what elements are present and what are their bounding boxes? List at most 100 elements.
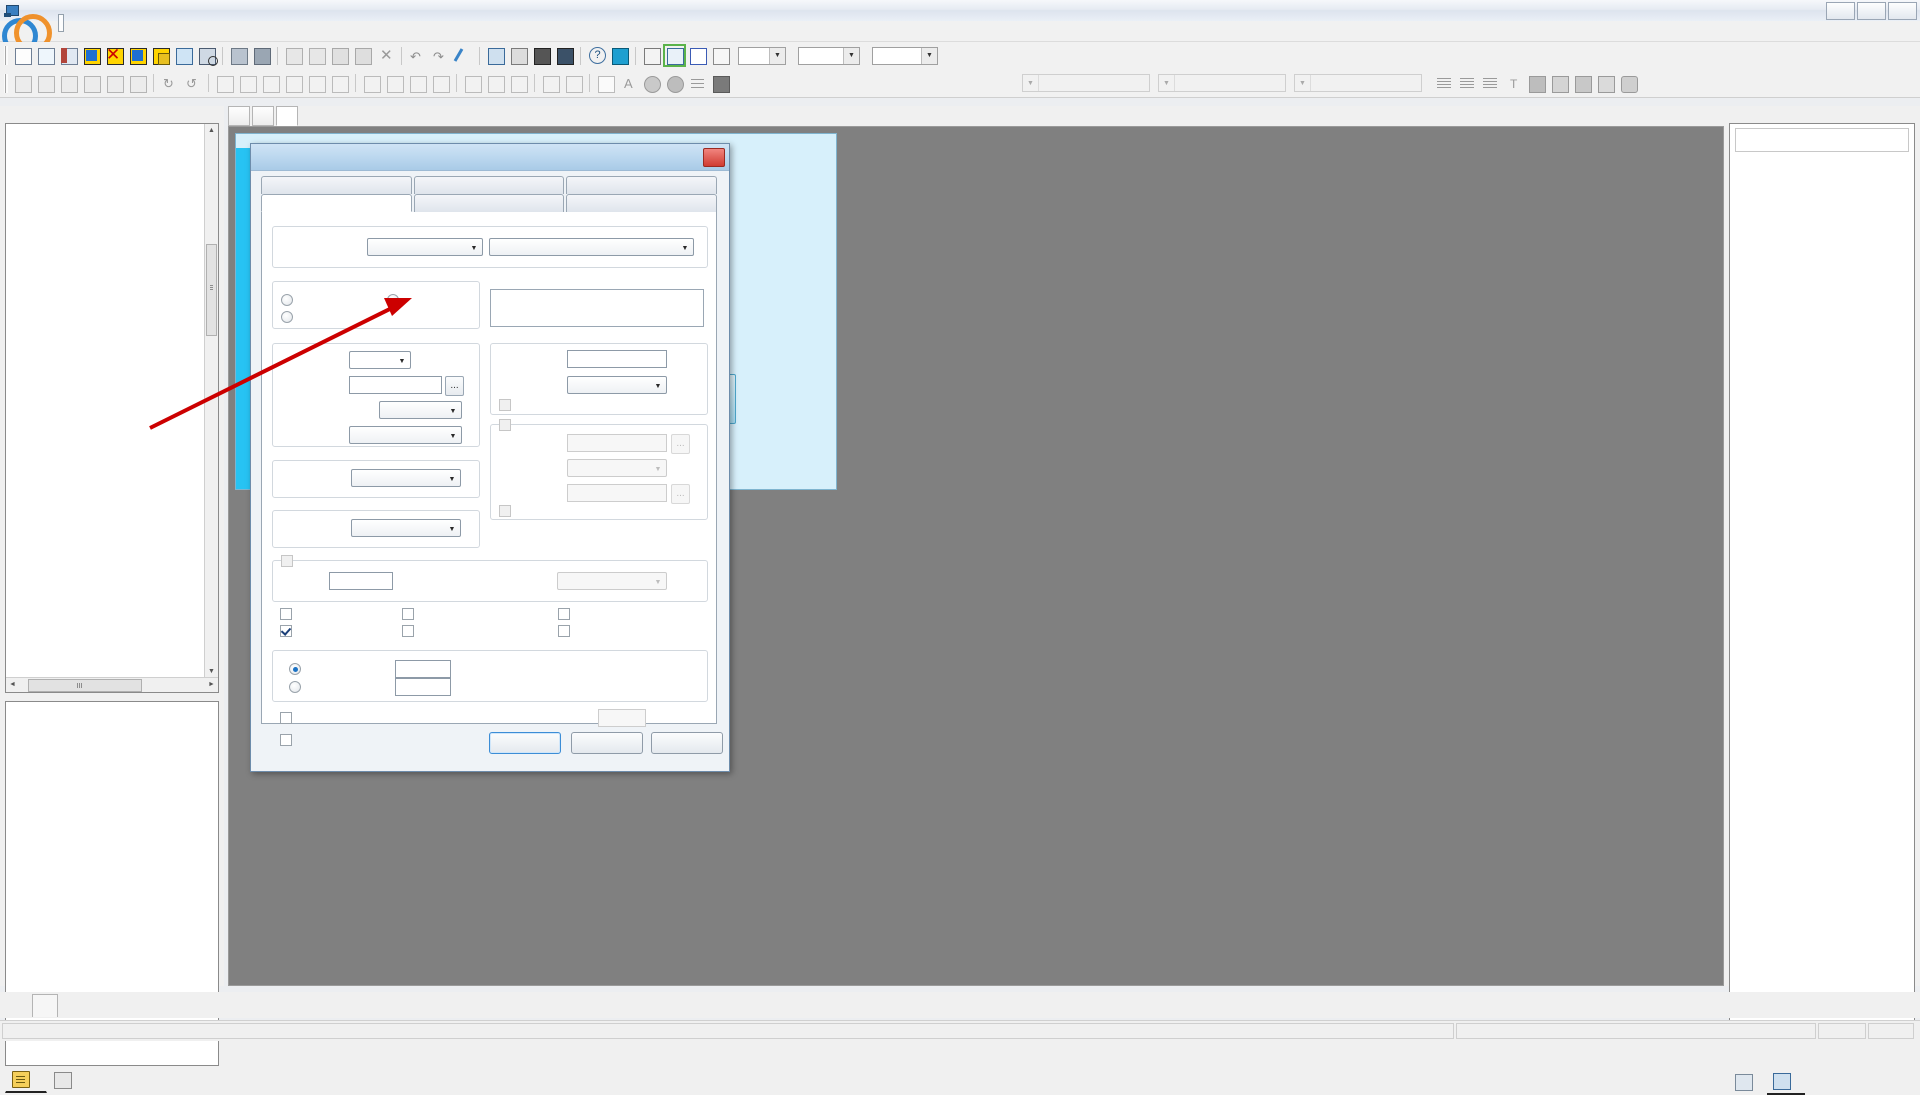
menu-help[interactable] (202, 29, 226, 33)
chevron-down-icon[interactable]: ▼ (1295, 75, 1311, 91)
align-middle-icon[interactable] (260, 73, 281, 94)
font-size-combo[interactable]: ▼ (1158, 74, 1286, 92)
menu-settings[interactable] (130, 29, 154, 33)
fill-color-icon[interactable] (710, 73, 731, 94)
init-screen-select[interactable]: ▼ (351, 469, 461, 487)
undo-icon[interactable]: ↶ (407, 45, 428, 66)
sys-address-browse-button[interactable]: ... (671, 434, 690, 454)
tree-horizontal-scrollbar[interactable]: ◄ ► (6, 677, 218, 692)
save-all-icon[interactable] (251, 45, 272, 66)
enable-system-control-checkbox[interactable] (499, 419, 511, 431)
fill-tool-icon[interactable] (554, 45, 575, 66)
tab-all-parts[interactable] (1729, 1072, 1767, 1094)
screen-icon[interactable] (81, 45, 102, 66)
hold-seconds-input[interactable] (395, 660, 451, 678)
delete-screen-icon[interactable]: ✕ (104, 45, 125, 66)
screen-list-icon[interactable] (173, 45, 194, 66)
tab-common-parts[interactable] (1767, 1071, 1805, 1095)
scroll-up-icon[interactable]: ▲ (205, 124, 218, 137)
ok-button[interactable] (489, 732, 561, 754)
toolbar-grip[interactable] (4, 46, 8, 65)
chevron-down-icon[interactable]: ▼ (468, 242, 480, 254)
rotate-ccw-icon[interactable]: ↺ (182, 73, 203, 94)
alarm-screensaver-select[interactable]: ▼ (379, 401, 462, 419)
doc-tab-welcome[interactable] (228, 106, 250, 126)
font-style-combo[interactable]: ▼ (1294, 74, 1422, 92)
radio-hold-top-right[interactable] (289, 663, 301, 675)
space-horizontal-icon[interactable] (540, 73, 561, 94)
chevron-down-icon[interactable]: ▼ (769, 47, 785, 64)
sys-address-input[interactable] (567, 434, 667, 452)
rotate-right-icon[interactable] (35, 73, 56, 94)
chevron-down-icon[interactable]: ▼ (446, 523, 458, 535)
same-height-icon[interactable] (485, 73, 506, 94)
id-display-icon[interactable] (641, 45, 662, 66)
align-top-icon[interactable] (214, 73, 235, 94)
align-text-right-icon[interactable] (1480, 73, 1501, 94)
project-tree[interactable]: ▲ ▼ ◄ ► (5, 123, 219, 693)
project-parameters-dialog[interactable]: ▼ ▼ ▼ ... ▼ ▼ ▼ ... ▼ ... ▼ ▼ ▼ (250, 143, 730, 772)
chevron-down-icon[interactable]: ▼ (447, 430, 459, 442)
enable-screensaver-checkbox[interactable] (281, 555, 293, 567)
grid-tool-icon[interactable] (609, 45, 630, 66)
chevron-down-icon[interactable]: ▼ (1159, 75, 1175, 91)
flip-v-icon[interactable] (81, 73, 102, 94)
rotate-cw-icon[interactable]: ↻ (159, 73, 180, 94)
align-bottom-icon[interactable] (237, 73, 258, 94)
dialog-close-button[interactable] (703, 148, 725, 167)
chevron-down-icon[interactable]: ▼ (652, 463, 664, 475)
bit-switch-tool-icon[interactable] (485, 45, 506, 66)
shape-ellipse-icon[interactable] (641, 73, 662, 94)
menu-edit[interactable] (34, 29, 58, 33)
radio-external-cfsd[interactable] (387, 294, 399, 306)
chevron-down-icon[interactable]: ▼ (1023, 75, 1039, 91)
checkbox-custom-password-keyboard[interactable] (402, 608, 414, 620)
mirror-v-icon[interactable] (127, 73, 148, 94)
format-painter-icon[interactable] (453, 45, 474, 66)
backlight-on-browse-button[interactable]: ... (445, 376, 464, 396)
cut-icon[interactable] (283, 45, 304, 66)
chevron-down-icon[interactable]: ▼ (447, 405, 459, 417)
paste-special-icon[interactable] (352, 45, 373, 66)
chevron-down-icon[interactable]: ▼ (446, 473, 458, 485)
sys-length-select[interactable]: ▼ (567, 459, 667, 477)
compile-icon[interactable] (196, 45, 218, 66)
menu-tools[interactable] (154, 29, 178, 33)
response-interval-select[interactable]: ▼ (349, 426, 462, 444)
lock-part-icon[interactable] (1526, 73, 1547, 94)
screensaver-wait-input[interactable] (329, 572, 393, 590)
align-left-icon[interactable] (306, 73, 327, 94)
address-display-icon[interactable] (663, 44, 686, 67)
copy-icon[interactable] (306, 45, 327, 66)
shape-rect-icon[interactable] (595, 73, 616, 94)
delete-icon[interactable]: ✕ (375, 45, 396, 66)
save-icon[interactable] (228, 45, 249, 66)
checkbox-use-print-buffer[interactable] (280, 712, 292, 724)
checkbox-no-nc-on-timeout[interactable] (280, 608, 292, 620)
new-file-icon[interactable] (12, 45, 33, 66)
minimize-button[interactable] (1826, 2, 1855, 20)
scroll-right-icon[interactable]: ► (205, 678, 218, 691)
space-vertical-icon[interactable] (563, 73, 584, 94)
fast-update-checkbox[interactable] (499, 505, 511, 517)
output-tab-compile[interactable] (32, 994, 58, 1017)
macro-tool-icon[interactable] (1618, 73, 1639, 94)
doc-tab-main-screen[interactable] (252, 106, 274, 126)
language-combo[interactable]: ▼ (798, 46, 860, 65)
chevron-down-icon[interactable]: ▼ (396, 355, 408, 367)
checkbox-use-gray-font[interactable] (280, 625, 292, 637)
group-icon[interactable] (1549, 73, 1570, 94)
dist-top-icon[interactable] (361, 73, 382, 94)
chevron-down-icon[interactable]: ▼ (652, 576, 664, 588)
state-combo[interactable]: ▼ (872, 46, 938, 65)
tree-vertical-scrollbar[interactable]: ▲ ▼ (204, 124, 218, 678)
language-select[interactable]: ▼ (351, 519, 461, 537)
paste-icon[interactable] (329, 45, 350, 66)
tab-part-properties[interactable] (47, 1069, 89, 1093)
dist-middle-icon[interactable] (384, 73, 405, 94)
tab-general-properties[interactable] (261, 194, 412, 212)
tab-project-config[interactable] (5, 1068, 47, 1093)
menu-project[interactable] (10, 29, 34, 33)
checkbox-hide-numeric-keyboard-title[interactable] (558, 608, 570, 620)
font-combo[interactable]: ▼ (1022, 74, 1150, 92)
